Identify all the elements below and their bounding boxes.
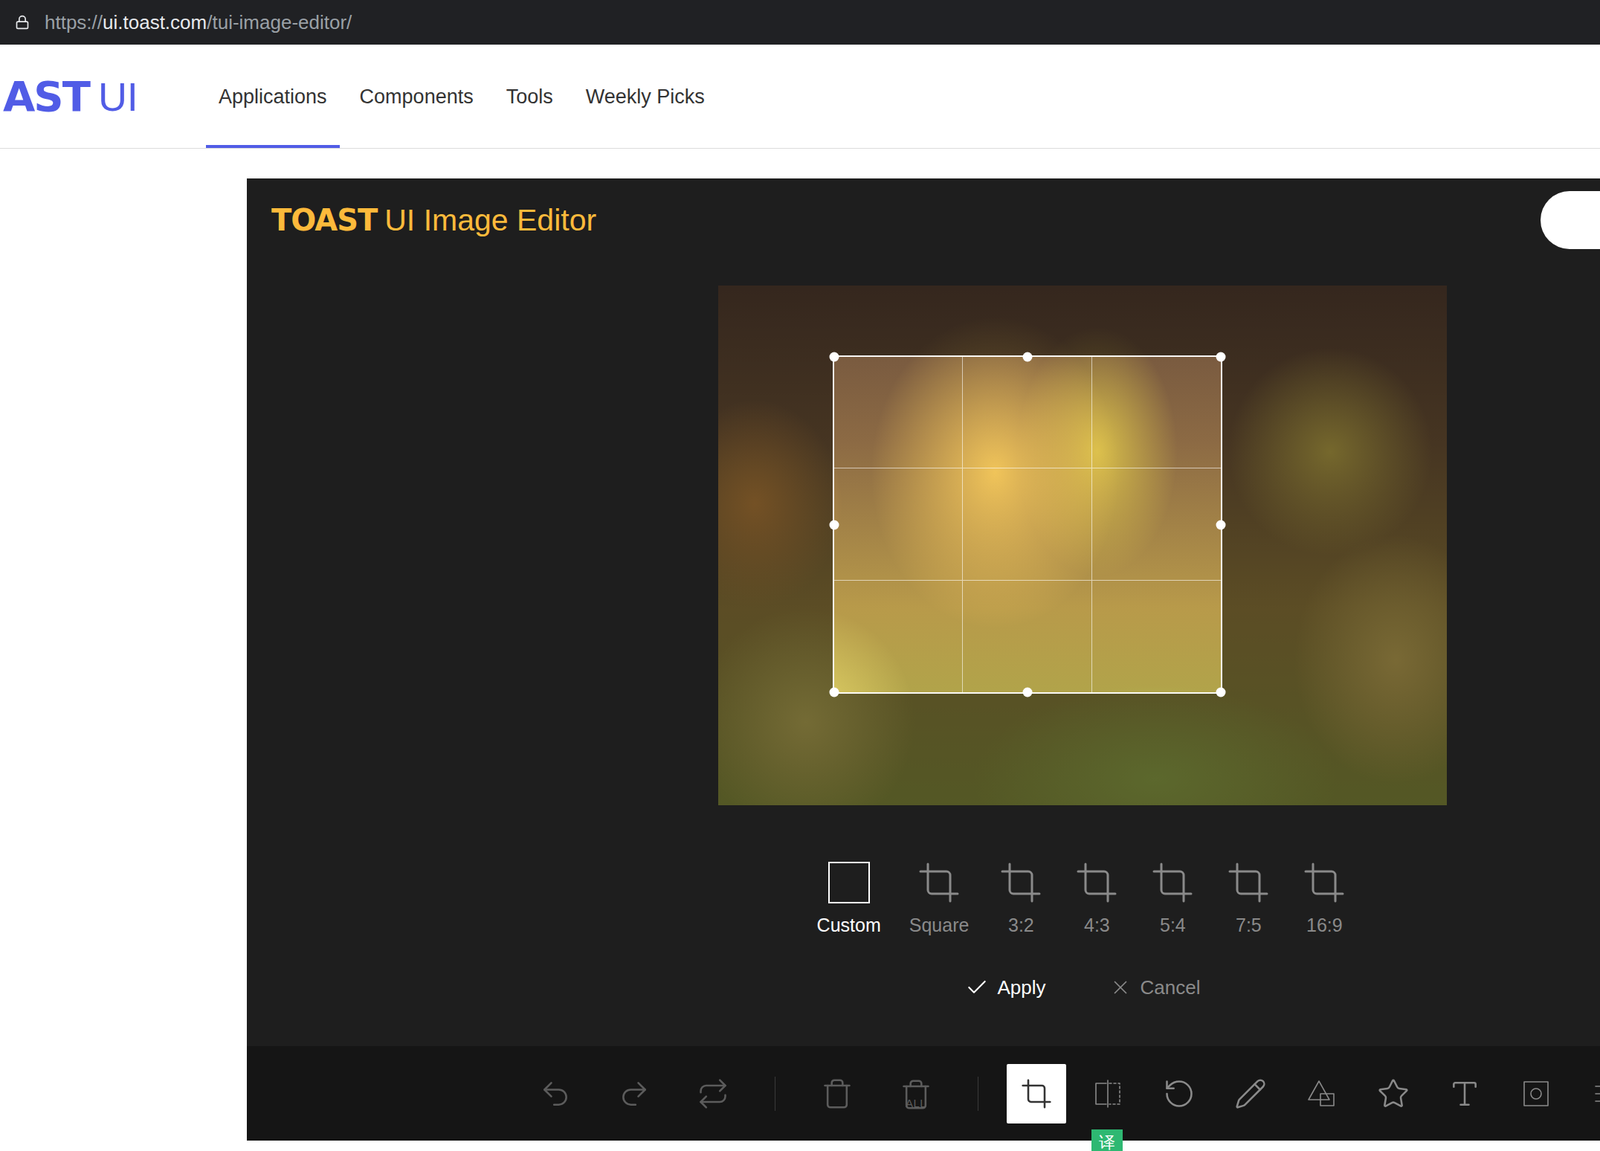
pencil-icon [1234,1077,1267,1111]
image-editor: TOASTUI Image Editor Custom Square 3:2 4:3 5:… [246,178,1600,1141]
trash-icon [820,1077,854,1111]
url[interactable]: https://ui.toast.com/tui-image-editor/ [44,11,352,35]
crop-submenu: Custom Square 3:2 4:3 5:4 7:5 16:9 Apply Cancel [246,805,1600,1047]
crop-grid-cell [834,356,963,469]
crop-handle[interactable] [1023,352,1033,363]
nav-item[interactable]: Applications [205,44,340,148]
crop-icon [1074,860,1119,905]
text-button[interactable] [1428,1063,1501,1124]
cancel-button[interactable]: Cancel [1109,972,1201,1003]
crop-grid-cell [962,356,1092,469]
crop-preset[interactable]: Custom [817,858,882,937]
crop-icon [998,860,1044,905]
crop-grid-cell [1092,356,1221,469]
draw-button[interactable] [1214,1063,1287,1124]
crop-grid-cell [834,580,963,693]
crop-handle[interactable] [1023,687,1033,698]
crop-icon [1020,1077,1053,1111]
redo-icon [617,1077,651,1111]
delete-all-icon: ALL [899,1078,933,1109]
toolbar-separator [977,1076,979,1111]
nav-item[interactable]: Tools [493,44,566,148]
site-logo[interactable]: ASTUI [0,44,206,148]
crop-handle[interactable] [829,519,840,530]
rotate-icon [1162,1077,1196,1111]
translate-badge[interactable]: 译 [1091,1129,1123,1151]
crop-grid-cell [1092,468,1221,580]
toolbar: ALL [246,1046,1600,1141]
crop-icon [1301,860,1347,905]
check-icon [965,975,989,1000]
editor-logo: TOASTUI Image Editor [271,202,1541,238]
crop-preset[interactable]: 4:3 [1072,858,1121,937]
crop-handle[interactable] [1216,352,1227,363]
crop-icon [916,860,962,905]
filter-button[interactable] [1571,1063,1600,1124]
crop-icon [1226,860,1271,905]
mask-icon [1519,1077,1553,1111]
reset-button[interactable] [673,1063,753,1124]
shape-button[interactable] [1286,1063,1358,1124]
text-icon [1448,1077,1482,1111]
delete-all-label: ALL [905,1097,927,1109]
crop-handle[interactable] [829,687,840,698]
crop-handle[interactable] [829,352,840,363]
crop-preset[interactable]: 5:4 [1148,858,1197,937]
redo-button[interactable] [594,1063,674,1124]
rotate-button[interactable] [1143,1063,1215,1124]
apply-button[interactable]: Apply [965,972,1047,1003]
crop-button[interactable] [1000,1063,1073,1124]
nav-list: ApplicationsComponentsToolsWeekly Picks [205,44,718,148]
toolbar-separator [774,1076,776,1111]
delete-all-button[interactable]: ALL [876,1063,956,1124]
crop-grid-cell [834,468,963,580]
shape-icon [1305,1077,1339,1111]
filter-icon [1591,1077,1600,1111]
photo [718,285,1447,806]
flip-icon [1091,1077,1125,1111]
undo-icon [539,1077,572,1111]
nav-item[interactable]: Weekly Picks [573,44,718,148]
site-nav: ASTUIApplicationsComponentsToolsWeekly P… [0,44,1600,149]
star-icon [1376,1077,1410,1111]
crop-preset[interactable]: Square [909,858,970,937]
delete-button[interactable] [797,1063,877,1124]
crop-preset[interactable]: 7:5 [1224,858,1273,937]
header-button[interactable] [1540,191,1600,250]
crop-grid-cell [962,468,1092,580]
address-bar[interactable]: https://ui.toast.com/tui-image-editor/ [0,0,1600,45]
crop-handle[interactable] [1216,519,1227,530]
close-icon [1109,976,1132,999]
custom-icon [828,861,870,904]
lock-icon [14,14,30,30]
mask-button[interactable] [1500,1063,1572,1124]
crop-box[interactable] [832,355,1223,694]
crop-presets: Custom Square 3:2 4:3 5:4 7:5 16:9 [817,858,1349,937]
crop-grid-cell [1092,580,1221,693]
crop-preset[interactable]: 3:2 [997,858,1045,937]
crop-icon [1150,860,1195,905]
icon-button[interactable] [1357,1063,1429,1124]
crop-handle[interactable] [1216,687,1227,698]
page: https://ui.toast.com/tui-image-editor/AS… [0,0,1600,1151]
reset-icon [696,1077,730,1111]
crop-grid-cell [962,580,1092,693]
flip-button[interactable] [1072,1063,1144,1124]
crop-preset[interactable]: 16:9 [1300,858,1348,937]
canvas-area [246,285,1600,806]
undo-button[interactable] [515,1063,595,1124]
nav-item[interactable]: Components [347,44,487,148]
editor-header: TOASTUI Image Editor [246,178,1600,250]
crop-actions: Apply Cancel [965,972,1201,1003]
